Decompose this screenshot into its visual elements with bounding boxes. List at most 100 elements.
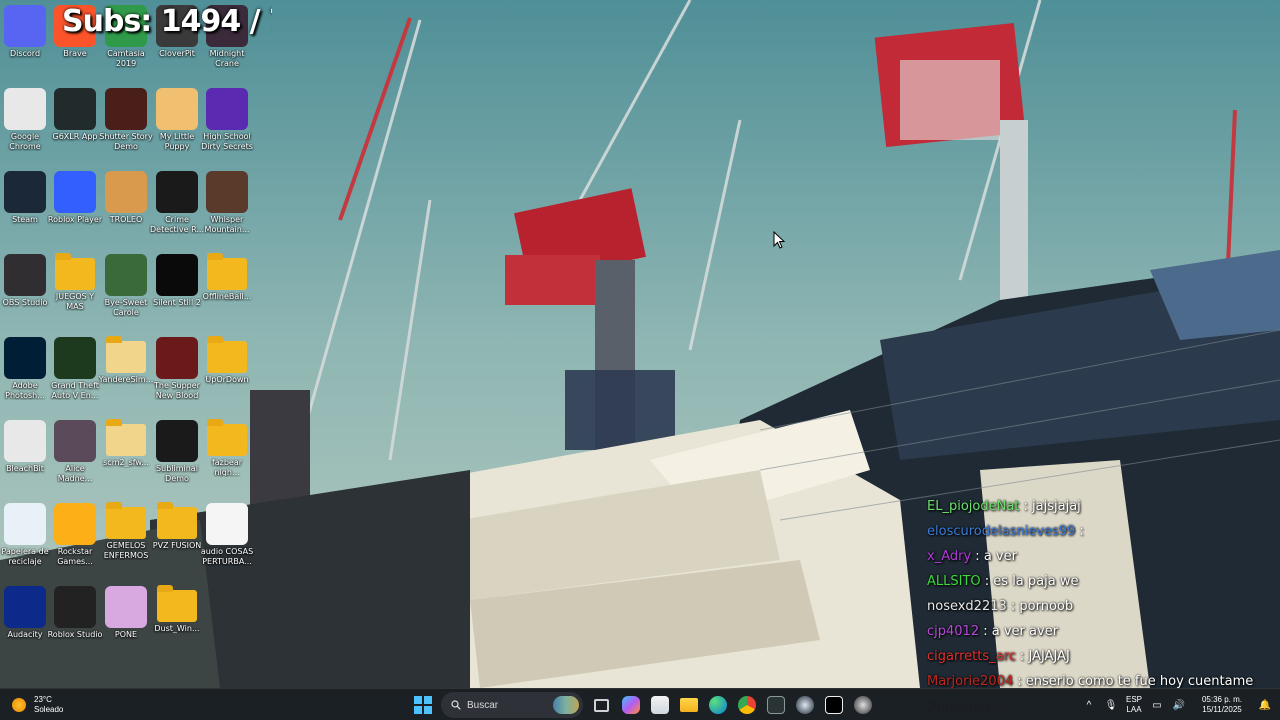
edge-button[interactable] bbox=[703, 691, 732, 719]
desktop-icon[interactable]: Roblox Studio bbox=[47, 581, 103, 663]
desktop-icon[interactable]: Crime Detective R... bbox=[150, 166, 204, 248]
desktop-icon[interactable]: Discord bbox=[0, 0, 50, 82]
file-explorer-button[interactable] bbox=[674, 691, 703, 719]
desktop-icon[interactable]: Rockstar Games... bbox=[50, 498, 100, 580]
desktop-icon-label: scm2_sfw... bbox=[103, 458, 149, 467]
desktop-icon[interactable]: PONE bbox=[101, 581, 151, 663]
desktop-icon[interactable]: Shutter Story Demo bbox=[99, 83, 153, 165]
chat-separator: : bbox=[971, 549, 984, 564]
desktop-icon-label: GEMELOS ENFERMOS bbox=[103, 541, 149, 560]
subscriber-counter-overlay: Subs: 1494 / 7 bbox=[62, 4, 272, 39]
chat-text: JAJAJAJ bbox=[1028, 649, 1070, 664]
desktop-icon[interactable]: Papelera de reciclaje bbox=[0, 498, 50, 580]
taskview-button[interactable] bbox=[587, 691, 616, 719]
chat-message: eloscurodelasnieves99 : bbox=[927, 521, 1280, 546]
photoshop-icon bbox=[4, 337, 46, 379]
folder-icon bbox=[207, 336, 247, 373]
desktop-icon[interactable]: UpOrDown bbox=[202, 332, 252, 414]
desktop-icon[interactable]: My Little Puppy bbox=[152, 83, 202, 165]
desktop-icon[interactable]: Subliminal Demo bbox=[152, 415, 202, 497]
desktop-icon[interactable]: Whisper Mountain... bbox=[202, 166, 252, 248]
desktop-icon[interactable]: BleachBit bbox=[0, 415, 50, 497]
microphone-icon[interactable]: 🎙 bbox=[1104, 698, 1118, 712]
desktop-icon[interactable]: Roblox Player bbox=[48, 166, 102, 248]
volume-icon[interactable]: 🔊 bbox=[1172, 698, 1186, 712]
desktop-icon[interactable]: High School Dirty Secrets bbox=[201, 83, 253, 165]
desktop-icon[interactable]: Grand Theft Auto V En... bbox=[50, 332, 100, 414]
chat-separator: : bbox=[1019, 499, 1033, 514]
clock[interactable]: 05:36 p. m. 15/11/2025 bbox=[1194, 695, 1250, 715]
roblox-player-icon bbox=[54, 171, 96, 213]
desktop-icon[interactable]: Audacity bbox=[0, 581, 50, 663]
desktop-icon-label: BleachBit bbox=[6, 464, 44, 473]
desktop-icon-label: Adobe Photosh... bbox=[5, 381, 45, 400]
chat-message: ALLSITO : es la paja we bbox=[927, 571, 1280, 596]
start-button[interactable] bbox=[408, 691, 437, 719]
file-explorer-icon bbox=[679, 698, 698, 712]
desktop-icon[interactable]: fazbear nigh... bbox=[202, 415, 252, 497]
desktop-icon[interactable]: Silent Still 2 bbox=[152, 249, 202, 331]
search-icon bbox=[451, 700, 461, 710]
store-button[interactable] bbox=[645, 691, 674, 719]
desktop-icon[interactable]: Dust_Win... bbox=[152, 581, 202, 663]
desktop-icon[interactable]: The Supper New Blood bbox=[152, 332, 202, 414]
mouse-pointer-icon bbox=[773, 231, 785, 249]
desktop-icon-label: CloverPit bbox=[159, 49, 195, 58]
weather-description: Soleado bbox=[34, 705, 64, 714]
chat-text: enserio como te fue hoy cuentame bbox=[1025, 674, 1254, 689]
edge-icon bbox=[708, 696, 727, 714]
steam-button[interactable] bbox=[790, 691, 819, 719]
desktop-icon[interactable]: OfflineBall... bbox=[202, 249, 252, 331]
desktop-icon[interactable]: OBS Studio bbox=[0, 249, 50, 331]
desktop-icon-label: audio COSAS PERTURBA... bbox=[200, 547, 254, 566]
g6xlr-icon bbox=[54, 88, 96, 130]
recycle-bin-icon bbox=[4, 503, 46, 545]
chat-username: cjp4012 bbox=[927, 624, 980, 639]
chrome-button[interactable] bbox=[732, 691, 761, 719]
desktop-icon[interactable]: Google Chrome bbox=[0, 83, 50, 165]
bleachbit-icon bbox=[4, 420, 46, 462]
obs-icon bbox=[4, 254, 46, 296]
obs-button[interactable] bbox=[848, 691, 877, 719]
desktop-icon[interactable]: audio COSAS PERTURBA... bbox=[200, 498, 254, 580]
desktop-icon[interactable]: PVZ FUSION bbox=[152, 498, 202, 580]
desktop-icon[interactable]: TROLEO bbox=[101, 166, 151, 248]
discord-icon bbox=[4, 5, 46, 47]
rockstar-icon bbox=[54, 503, 96, 545]
chat-separator: : bbox=[1006, 599, 1020, 614]
desktop-icon[interactable]: Bye-Sweet Carole bbox=[101, 249, 151, 331]
desktop-icon[interactable]: YandereSim... bbox=[99, 332, 153, 414]
desktop-icon[interactable]: Adobe Photosh... bbox=[0, 332, 50, 414]
subliminal-icon bbox=[156, 420, 198, 462]
desktop-icon[interactable]: scm2_sfw... bbox=[101, 415, 151, 497]
notifications-icon[interactable]: 🔔 bbox=[1258, 698, 1272, 712]
desktop-icon-label: Roblox Studio bbox=[47, 630, 103, 639]
folder-icon bbox=[55, 253, 95, 290]
desktop-icon[interactable]: Alice Madne... bbox=[50, 415, 100, 497]
system-tray: ^ 🎙 ESP LAA ▭ 🔊 05:36 p. m. 15/11/2025 🔔 bbox=[1078, 689, 1280, 720]
capcut-button[interactable] bbox=[819, 691, 848, 719]
chat-username: Marjorie2004 bbox=[927, 674, 1014, 689]
chat-separator: : bbox=[1075, 524, 1084, 539]
desktop-icon[interactable]: G6XLR App bbox=[50, 83, 100, 165]
g6xlr-button[interactable] bbox=[761, 691, 790, 719]
folder-icon bbox=[106, 502, 146, 539]
media-player-icon bbox=[206, 503, 248, 545]
desktop-icon-grid: Discord Brave Camtasia 2019 CloverPit Midnig… bbox=[0, 0, 260, 688]
taskbar-search[interactable]: Buscar bbox=[441, 692, 583, 718]
language-indicator[interactable]: ESP LAA bbox=[1126, 695, 1142, 715]
weather-widget[interactable]: 23°C Soleado bbox=[12, 693, 63, 717]
desktop-icon[interactable]: GEMELOS ENFERMOS bbox=[101, 498, 151, 580]
chat-text: pornoob bbox=[1019, 599, 1074, 614]
desktop-icon-label: G6XLR App bbox=[52, 132, 98, 141]
network-icon[interactable]: ▭ bbox=[1150, 698, 1164, 712]
chat-username: nosexd2213 bbox=[927, 599, 1007, 614]
desktop-icon[interactable]: JUEGOS Y MAS bbox=[50, 249, 100, 331]
desktop-icon-label: Audacity bbox=[7, 630, 43, 639]
copilot-button[interactable] bbox=[616, 691, 645, 719]
chevron-up-icon[interactable]: ^ bbox=[1082, 698, 1096, 712]
desktop-icon-label: Camtasia 2019 bbox=[107, 49, 145, 68]
desktop-icon[interactable]: Steam bbox=[0, 166, 50, 248]
desktop-icon-label: Steam bbox=[12, 215, 38, 224]
chat-message: x_Adry : a ver bbox=[927, 546, 1280, 571]
